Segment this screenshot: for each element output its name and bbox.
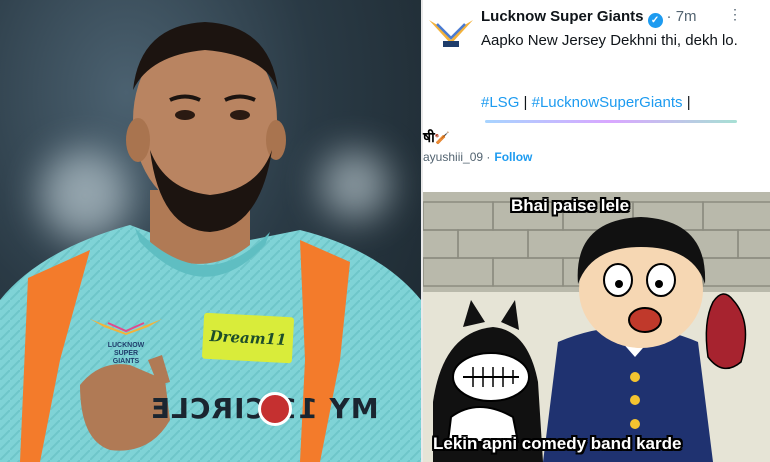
user-handle[interactable]: ayushiii_09 xyxy=(423,150,483,164)
user-prefix: षी xyxy=(423,129,435,145)
account-name[interactable]: Lucknow Super Giants xyxy=(481,8,644,25)
verified-icon: ✓ xyxy=(647,13,663,28)
tweet-header: Lucknow Super Giants ✓ · 7m xyxy=(481,8,697,28)
tweet-time[interactable]: 7m xyxy=(676,8,697,25)
follow-button[interactable]: Follow xyxy=(494,150,532,164)
hashtag-lucknow-super-giants[interactable]: #LucknowSuperGiants xyxy=(532,94,683,111)
meme-top-caption: Bhai paise lele xyxy=(511,196,630,215)
second-tweet-user: षी🏏 ayushiii_09 · Follow xyxy=(423,128,532,164)
hashtag-separator: | xyxy=(523,94,528,111)
sponsor-text: Dream11 xyxy=(209,326,287,350)
player-photo: LUCKNOW SUPER GIANTS Dream11 MY 11 CIRCL… xyxy=(0,0,421,462)
jersey-badge: LUCKNOW SUPER GIANTS xyxy=(88,315,164,366)
tweet-card[interactable]: Lucknow Super Giants ✓ · 7m ⋮ Aapko New Je… xyxy=(423,0,770,195)
hashtag-separator-end: | xyxy=(686,94,691,111)
tweet-hashtags: #LSG | #LucknowSuperGiants | xyxy=(481,94,691,111)
sponsor-patch: Dream11 xyxy=(201,312,295,364)
meme-illustration xyxy=(423,192,770,462)
meme-bottom-caption: Lekin apni comedy band karde xyxy=(433,434,682,453)
cricket-bat-icon: 🏏 xyxy=(434,131,450,145)
meme-image: Bhai paise lele Lekin apni comedy band k… xyxy=(423,192,770,462)
separator-dot: · xyxy=(666,8,672,25)
tweet-text: Aapko New Jersey Dekhni thi, dekh lo. xyxy=(481,32,738,49)
lsg-logo-icon xyxy=(429,20,473,47)
jersey-circle-icon xyxy=(258,392,292,426)
jersey-badge-text: LUCKNOW SUPER GIANTS xyxy=(107,342,145,365)
user-handle-row: ayushiii_09 · Follow xyxy=(423,150,532,164)
media-preview-edge xyxy=(485,120,737,123)
separator-dot-2: · xyxy=(483,150,491,164)
lsg-emblem-icon xyxy=(90,319,162,335)
more-options-icon[interactable]: ⋮ xyxy=(728,6,742,23)
hashtag-lsg[interactable]: #LSG xyxy=(481,94,519,111)
